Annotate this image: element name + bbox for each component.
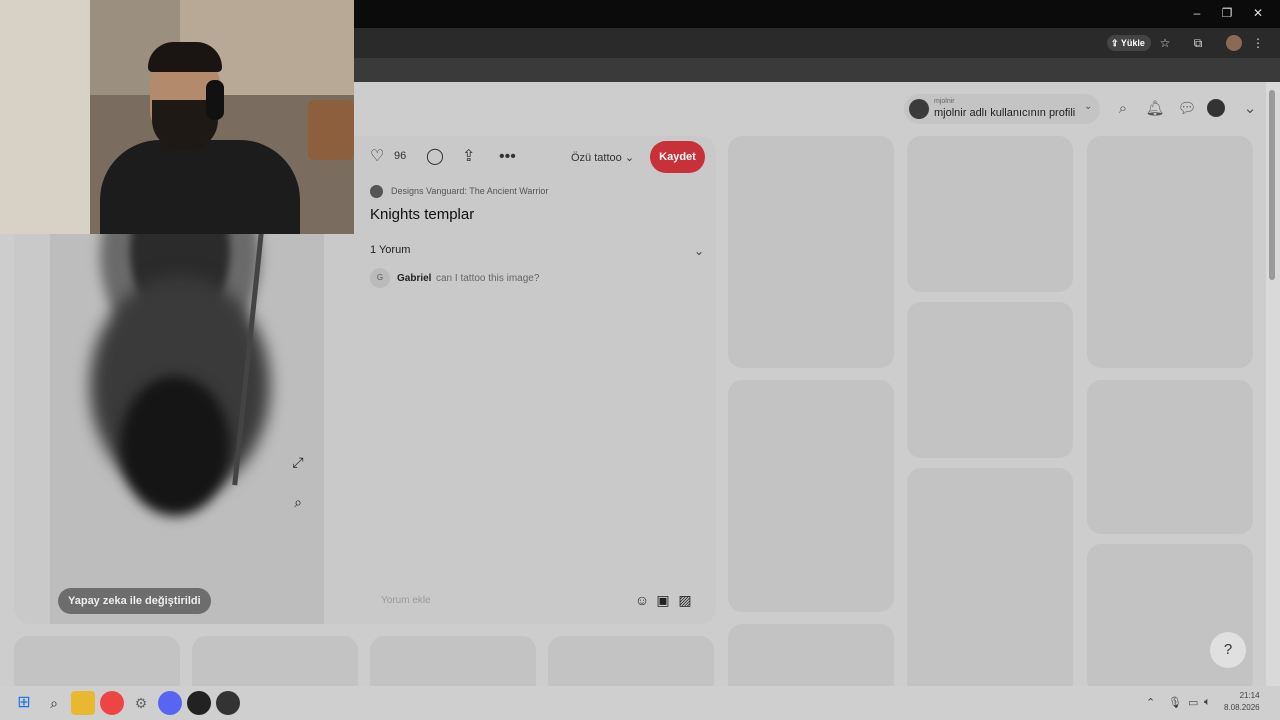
visual-search-icon[interactable]: ⌕ (288, 492, 308, 512)
ink-splash (120, 376, 230, 516)
curtain (0, 0, 90, 234)
image-icon[interactable]: ▨ (677, 592, 693, 608)
pin-placeholder[interactable] (907, 302, 1073, 458)
avatar (370, 185, 383, 198)
board-selector[interactable]: Özü tattoo ⌄ (571, 151, 634, 164)
pin-placeholder[interactable] (370, 636, 536, 686)
person-hair (148, 42, 222, 72)
start-icon[interactable]: ⊞ (12, 691, 36, 715)
more-options-icon[interactable]: ••• (499, 146, 516, 168)
extensions-icon[interactable]: ⧉ (1190, 35, 1206, 51)
bell-icon[interactable]: 🔔︎ (1144, 98, 1166, 120)
network-icon[interactable]: ▭ (1188, 696, 1198, 709)
pin-placeholder[interactable] (728, 136, 894, 368)
maximize-button[interactable]: ❐ (1217, 6, 1237, 20)
pin-placeholder[interactable] (907, 136, 1073, 292)
clock-time: 21:14 (1239, 691, 1260, 700)
bookmark-star-icon[interactable]: ☆ (1157, 35, 1173, 51)
comment-author[interactable]: Gabriel (397, 273, 431, 284)
emoji-icon[interactable]: ☺ (634, 592, 650, 608)
chevron-down-icon[interactable]: ⌄ (1239, 98, 1261, 120)
sticker-icon[interactable]: ▣ (655, 592, 671, 608)
close-window-button[interactable]: ✕ (1248, 6, 1268, 20)
pin-placeholder[interactable] (907, 468, 1073, 686)
profile-label: mjolnir adlı kullanıcının profili (934, 107, 1076, 119)
clock[interactable]: 21:14 8.08.2026 (1224, 690, 1260, 714)
pin-placeholder[interactable] (1087, 136, 1253, 368)
share-icon[interactable]: ⇪ (462, 146, 475, 168)
avatar (909, 99, 929, 119)
pin-placeholder[interactable] (728, 380, 894, 612)
expand-icon[interactable]: ⤢ (288, 452, 308, 472)
pin-placeholder[interactable] (728, 624, 894, 686)
like-count: 96 (394, 150, 407, 162)
volume-icon[interactable]: 🔈︎ (1204, 696, 1211, 709)
chevron-down-icon[interactable]: ⌄ (694, 244, 704, 258)
save-button[interactable]: Kaydet (650, 141, 705, 173)
pin-placeholder[interactable] (14, 636, 180, 686)
pin-title: Knights templar (370, 206, 475, 223)
pin-placeholder[interactable] (548, 636, 714, 686)
headset (206, 80, 224, 120)
chrome-icon[interactable] (100, 691, 124, 715)
webcam-overlay (0, 0, 354, 234)
comment-icon[interactable]: ◯ (426, 146, 444, 168)
search-icon[interactable]: ⌕ (1112, 98, 1134, 120)
page-scrollbar[interactable] (1266, 82, 1280, 686)
avatar[interactable] (1207, 99, 1225, 117)
file-explorer-icon[interactable] (71, 691, 95, 715)
pillow (308, 100, 354, 160)
board-name: Özü tattoo (571, 152, 622, 164)
messages-icon[interactable]: 💬︎ (1176, 98, 1198, 120)
pin-placeholder[interactable] (192, 636, 358, 686)
heart-icon[interactable]: ♡ (370, 146, 384, 168)
help-button[interactable]: ? (1210, 632, 1246, 668)
pin-placeholder[interactable] (1087, 380, 1253, 534)
comments-header[interactable]: 1 Yorum (370, 244, 410, 256)
ai-modified-badge: Yapay zeka ile değiştirildi (58, 588, 211, 614)
upload-label: Yükle (1120, 38, 1145, 48)
chevron-up-icon[interactable]: ⌃ (1146, 696, 1155, 709)
microphone-icon[interactable]: 🎙︎ (1168, 696, 1182, 709)
discord-icon[interactable] (158, 691, 182, 715)
person-body (100, 140, 300, 234)
browser-profile-avatar[interactable] (1226, 35, 1242, 51)
comment-text: can I tattoo this image? (436, 273, 540, 284)
settings-icon[interactable]: ⚙ (129, 691, 153, 715)
comment-input[interactable]: Yorum ekle (370, 588, 700, 614)
minimize-button[interactable]: – (1187, 6, 1207, 20)
avatar[interactable]: G (370, 268, 390, 288)
creator-name: Designs Vanguard: The Ancient Warrior (391, 186, 549, 196)
windows-taskbar: ⊞ ⌕ ⚙ ⌃ 🎙︎ ▭ 🔈︎ 21:14 8.08.2026 (0, 686, 1280, 720)
obs-icon[interactable] (187, 691, 211, 715)
clock-date: 8.08.2026 (1224, 703, 1260, 712)
app-icon[interactable] (216, 691, 240, 715)
chevron-down-icon: ⌄ (1084, 101, 1093, 112)
profile-switcher[interactable]: mjolnir mjolnir adlı kullanıcının profil… (904, 94, 1100, 124)
comment-placeholder: Yorum ekle (381, 595, 431, 606)
search-icon[interactable]: ⌕ (42, 691, 66, 715)
profile-username: mjolnir (934, 98, 955, 105)
browser-menu-icon[interactable]: ⋮ (1250, 35, 1266, 51)
upload-button[interactable]: ⇪ Yükle (1107, 35, 1151, 51)
scrollbar-thumb[interactable] (1269, 90, 1275, 280)
